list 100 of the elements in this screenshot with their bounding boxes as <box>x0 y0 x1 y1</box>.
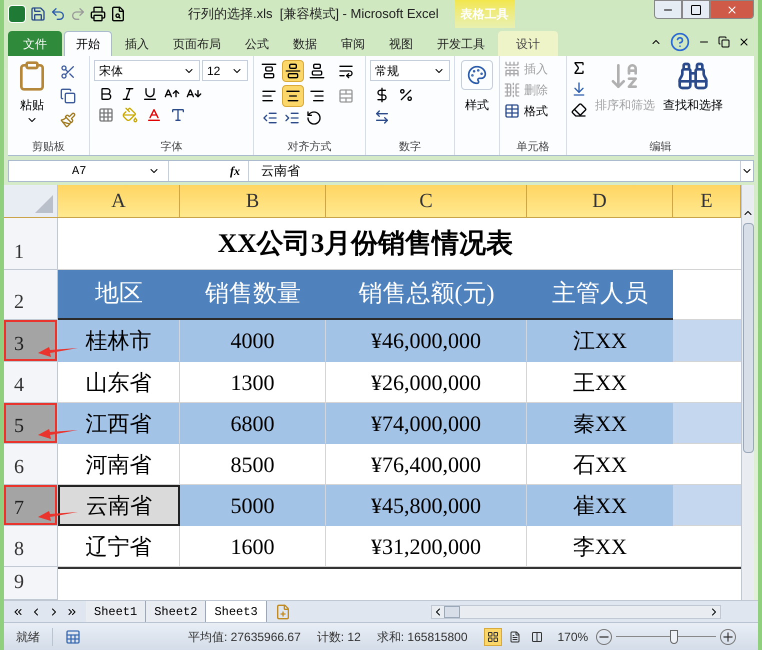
table-cell[interactable]: 4000 <box>180 320 326 362</box>
increase-indent-icon[interactable] <box>284 110 300 126</box>
view-icon[interactable] <box>530 630 542 642</box>
orientation-icon[interactable] <box>306 110 322 126</box>
save-icon[interactable] <box>30 6 46 22</box>
zoom-in-icon[interactable] <box>720 628 736 644</box>
sheet-tab[interactable]: Sheet1 <box>86 601 146 622</box>
maximize-button[interactable] <box>682 0 710 19</box>
table-cell[interactable]: 秦XX <box>527 403 673 444</box>
restore-workbook-icon[interactable] <box>718 36 730 48</box>
font-name-field[interactable]: 宋体 <box>94 60 200 81</box>
cell-icon[interactable] <box>504 103 520 119</box>
decrease-indent-icon[interactable] <box>262 110 278 126</box>
table-cell[interactable]: 李XX <box>527 526 673 567</box>
macro-record-icon[interactable] <box>65 628 81 644</box>
phonetic-icon[interactable] <box>170 107 186 123</box>
decimal-icon[interactable] <box>374 109 390 125</box>
table-cell[interactable]: ¥26,000,000 <box>326 362 527 403</box>
print-preview-icon[interactable] <box>110 6 126 22</box>
vertical-align-icon[interactable] <box>309 63 325 79</box>
cells-menu-item[interactable]: 格式 <box>524 102 548 120</box>
table-cell[interactable]: 崔XX <box>527 485 673 526</box>
close-icon[interactable] <box>726 4 738 16</box>
vertical-align-icon[interactable] <box>261 63 277 79</box>
table-cell[interactable]: 桂林市 <box>58 320 180 362</box>
horizontal-align-icon[interactable] <box>261 88 277 104</box>
table-cell[interactable]: 5000 <box>180 485 326 526</box>
sheet-tab[interactable]: Sheet3 <box>206 601 267 622</box>
zoom-slider[interactable] <box>616 630 716 644</box>
column-header[interactable]: D <box>527 185 673 217</box>
scroll-thumb[interactable] <box>444 606 460 618</box>
format-painter-icon[interactable] <box>60 112 76 128</box>
table-cell[interactable]: ¥46,000,000 <box>326 320 527 362</box>
ribbon-tab[interactable]: 文件 <box>8 31 62 56</box>
table-cell[interactable]: 石XX <box>527 444 673 485</box>
paste-button[interactable]: 粘贴 <box>20 96 44 114</box>
table-cell[interactable]: 江XX <box>527 320 673 362</box>
view-button[interactable] <box>484 628 502 646</box>
clear-icon[interactable] <box>571 102 587 118</box>
table-cell[interactable]: 1600 <box>180 526 326 567</box>
view-icon[interactable] <box>486 630 498 642</box>
zoom-out-icon[interactable] <box>596 628 612 644</box>
table-cell[interactable]: 8500 <box>180 444 326 485</box>
row-header[interactable]: 3 <box>4 320 58 362</box>
table-cell[interactable]: 1300 <box>180 362 326 403</box>
print-icon[interactable] <box>90 6 106 22</box>
row-header[interactable]: 6 <box>4 444 58 485</box>
ribbon-tab[interactable]: 视图 <box>378 31 424 56</box>
font-size-field[interactable]: 12 <box>202 60 248 81</box>
row-header[interactable]: 4 <box>4 362 58 403</box>
ribbon-tab[interactable]: 审阅 <box>330 31 376 56</box>
row-header[interactable]: 8 <box>4 526 58 567</box>
help-icon[interactable] <box>670 32 690 52</box>
ribbon-tab[interactable]: 数据 <box>282 31 328 56</box>
binoculars-icon[interactable] <box>677 60 709 92</box>
row-header[interactable]: 1 <box>4 218 58 270</box>
merge-icon[interactable] <box>338 88 354 104</box>
vertical-scrollbar[interactable] <box>741 185 754 600</box>
table-cell[interactable]: ¥74,000,000 <box>326 403 527 444</box>
ribbon-tab[interactable]: 开发工具 <box>426 31 496 56</box>
table-cell[interactable]: ¥31,200,000 <box>326 526 527 567</box>
vertical-align-icon[interactable] <box>285 63 301 79</box>
percent-icon[interactable] <box>398 87 414 103</box>
row-header[interactable]: 2 <box>4 270 58 320</box>
cut-icon[interactable] <box>60 64 76 80</box>
ribbon-tab[interactable]: 公式 <box>234 31 280 56</box>
font-color-icon[interactable] <box>146 107 162 123</box>
table-cell[interactable]: 江西省 <box>58 403 180 444</box>
styles-icon[interactable] <box>467 65 487 85</box>
undo-icon[interactable] <box>50 6 66 22</box>
table-cell[interactable]: 河南省 <box>58 444 180 485</box>
maximize-icon[interactable] <box>690 4 702 16</box>
row-header[interactable]: 9 <box>4 567 58 600</box>
column-header[interactable]: E <box>673 185 741 217</box>
copy-icon[interactable] <box>60 88 76 104</box>
fill-color-icon[interactable] <box>122 107 138 123</box>
cell-icon[interactable] <box>504 82 520 98</box>
styles-button[interactable]: 样式 <box>465 96 489 114</box>
number-format-field[interactable]: 常规 <box>370 60 450 81</box>
table-cell[interactable]: 辽宁省 <box>58 526 180 567</box>
cell-icon[interactable] <box>504 61 520 77</box>
column-header[interactable]: B <box>180 185 326 217</box>
horizontal-align-icon[interactable] <box>285 88 301 104</box>
column-header[interactable]: A <box>58 185 180 217</box>
wrap-text-icon[interactable] <box>338 63 354 79</box>
table-cell[interactable]: ¥45,800,000 <box>326 485 527 526</box>
horizontal-align-icon[interactable] <box>309 88 325 104</box>
table-cell[interactable]: 王XX <box>527 362 673 403</box>
table-cell[interactable]: 山东省 <box>58 362 180 403</box>
table-cell[interactable]: ¥76,400,000 <box>326 444 527 485</box>
border-icon[interactable] <box>98 107 114 123</box>
underline-icon[interactable] <box>142 86 158 102</box>
italic-icon[interactable] <box>120 86 136 102</box>
ribbon-tab[interactable]: 设计 <box>498 31 558 56</box>
close-workbook-icon[interactable] <box>738 36 750 48</box>
ribbon-tab[interactable]: 页面布局 <box>162 31 232 56</box>
row-header[interactable]: 7 <box>4 485 58 526</box>
ribbon-tab[interactable]: 开始 <box>64 31 112 56</box>
table-cell[interactable]: 6800 <box>180 403 326 444</box>
row-header[interactable]: 5 <box>4 403 58 444</box>
